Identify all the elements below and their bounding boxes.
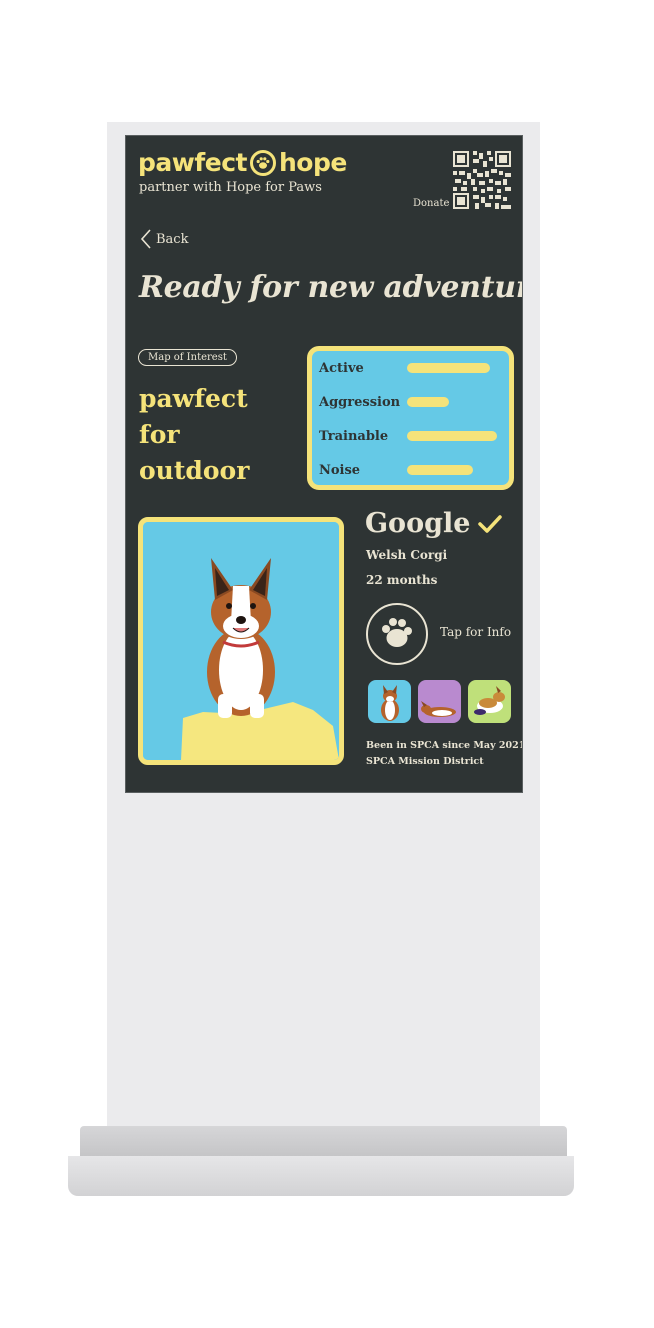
- kiosk-base-bottom: [68, 1156, 574, 1196]
- trait-row-trainable: Trainable: [319, 425, 497, 447]
- trait-row-aggression: Aggression: [319, 391, 449, 413]
- interest-line: for: [139, 420, 180, 449]
- brand-logo-left: pawfect: [138, 148, 247, 177]
- donate-label: Donate: [413, 198, 450, 209]
- brand-tagline: partner with Hope for Paws: [139, 180, 322, 195]
- dog-name: Google: [365, 508, 503, 539]
- shelter-info: Been in SPCA since May 2021 SPCA Mission…: [366, 738, 523, 770]
- dog-photo-card[interactable]: [138, 517, 344, 765]
- shelter-location: SPCA Mission District: [366, 756, 484, 767]
- chevron-left-icon: [140, 229, 151, 249]
- checkmark-icon: [478, 514, 503, 533]
- trait-bar: [407, 363, 490, 373]
- trait-bar: [407, 465, 473, 475]
- page-headline: Ready for new adventures: [139, 270, 522, 305]
- interest-line: outdoor: [139, 456, 250, 485]
- brand-logo: pawfect hope: [138, 148, 347, 177]
- trait-label: Noise: [319, 462, 361, 478]
- trait-label: Aggression: [319, 394, 401, 410]
- kiosk-base-top: [80, 1126, 567, 1158]
- trait-row-active: Active: [319, 357, 490, 379]
- trait-label: Active: [319, 360, 364, 376]
- thumb-playing[interactable]: [468, 680, 511, 723]
- map-of-interest-button[interactable]: Map of Interest: [138, 349, 237, 366]
- thumb-lying[interactable]: [418, 680, 461, 723]
- dog-age: 22 months: [366, 573, 438, 587]
- tap-for-info-label[interactable]: Tap for Info: [440, 625, 511, 639]
- trait-bar: [407, 431, 497, 441]
- donate-qr-code[interactable]: [453, 151, 511, 209]
- trait-bar: [407, 397, 449, 407]
- traits-panel: Active Aggression Trainable Noise: [307, 346, 514, 490]
- back-label: Back: [156, 231, 189, 247]
- dog-breed: Welsh Corgi: [366, 548, 448, 562]
- corgi-photo: [143, 522, 339, 760]
- thumb-sitting[interactable]: [368, 680, 411, 723]
- kiosk-screen: pawfect hope partner with Hope for Paws …: [125, 135, 523, 793]
- shelter-since: Been in SPCA since May 2021: [366, 740, 523, 751]
- back-button[interactable]: Back: [140, 228, 188, 250]
- paw-logo-icon: [249, 149, 276, 176]
- trait-row-noise: Noise: [319, 459, 473, 481]
- trait-label: Trainable: [319, 428, 389, 444]
- dog-name-text: Google: [365, 508, 471, 539]
- paw-info-button[interactable]: [366, 603, 428, 665]
- interest-label: pawfect for outdoor: [139, 381, 279, 489]
- brand-logo-right: hope: [278, 148, 347, 177]
- interest-line: pawfect: [139, 384, 248, 413]
- paw-icon: [382, 618, 412, 647]
